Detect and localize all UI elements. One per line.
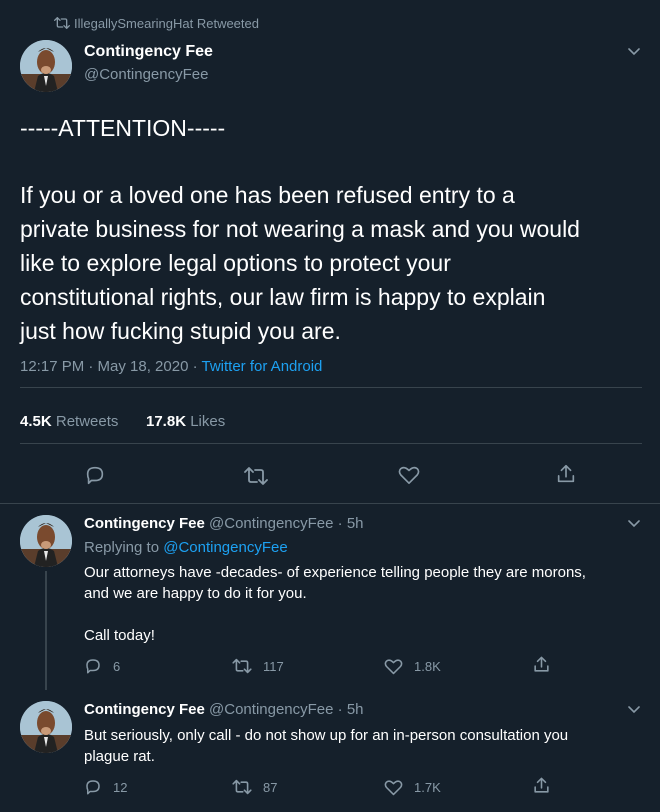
- reply-header: Contingency Fee @ContingencyFee · 5h: [84, 701, 364, 718]
- replying-to-link[interactable]: @ContingencyFee: [163, 539, 287, 556]
- retweet-icon[interactable]: [232, 658, 252, 674]
- likes-label: Likes: [190, 413, 226, 430]
- reply-line: plague rat.: [84, 748, 155, 765]
- retweet-icon[interactable]: [244, 466, 268, 486]
- reply-header: Contingency Fee @ContingencyFee · 5h: [84, 515, 364, 532]
- reply-handle-time[interactable]: @ContingencyFee · 5h: [209, 515, 363, 532]
- tweet-line: like to explore legal options to protect…: [20, 250, 451, 276]
- retweet-count: 117: [263, 659, 284, 674]
- tweet-body: If you or a loved one has been refused e…: [20, 178, 650, 348]
- likes-count: 17.8K: [146, 413, 187, 430]
- like-icon[interactable]: [384, 658, 403, 675]
- retweet-icon[interactable]: [232, 779, 252, 795]
- display-name[interactable]: Contingency Fee: [84, 43, 213, 61]
- like-count: 1.8K: [414, 659, 441, 674]
- avatar[interactable]: [20, 515, 72, 567]
- avatar[interactable]: [20, 40, 72, 92]
- reply-display-name[interactable]: Contingency Fee: [84, 701, 205, 718]
- client-link[interactable]: Twitter for Android: [202, 358, 323, 375]
- tweet-line: just how fucking stupid you are.: [20, 318, 341, 344]
- like-icon[interactable]: [384, 779, 403, 796]
- like-icon[interactable]: [398, 465, 420, 485]
- reply-line: and we are happy to do it for you.: [84, 585, 307, 602]
- retweets-label: Retweets: [55, 413, 119, 430]
- share-icon[interactable]: [555, 463, 577, 485]
- tweet-headline: -----ATTENTION-----: [20, 115, 226, 141]
- replying-to-prefix: Replying to: [84, 539, 164, 556]
- retweeted-by-label[interactable]: IllegallySmearingHat Retweeted: [74, 16, 259, 31]
- reply-body: Our attorneys have -decades- of experien…: [84, 562, 654, 646]
- likes-stat[interactable]: 17.8K Likes: [146, 413, 225, 430]
- reply-icon[interactable]: [84, 657, 102, 675]
- retweet-icon: [54, 16, 70, 30]
- retweet-count: 87: [263, 780, 278, 795]
- avatar[interactable]: [20, 701, 72, 753]
- replying-to: Replying to @ContingencyFee: [84, 539, 288, 556]
- thread-line: [45, 571, 47, 690]
- reply-icon[interactable]: [84, 464, 106, 486]
- handle[interactable]: @ContingencyFee: [84, 66, 208, 83]
- timestamp: 12:17 PM · May 18, 2020 · Twitter for An…: [20, 358, 322, 375]
- reply-line: Call today!: [84, 627, 155, 644]
- chevron-down-icon[interactable]: [626, 516, 642, 532]
- reply-line: [84, 604, 654, 625]
- share-icon[interactable]: [532, 655, 551, 674]
- divider: [20, 387, 642, 388]
- reply-display-name[interactable]: Contingency Fee: [84, 515, 205, 532]
- chevron-down-icon[interactable]: [626, 44, 642, 60]
- chevron-down-icon[interactable]: [626, 702, 642, 718]
- divider: [20, 443, 642, 444]
- like-count: 1.7K: [414, 780, 441, 795]
- reply-icon[interactable]: [84, 778, 102, 796]
- tweet-line: private business for not wearing a mask …: [20, 216, 580, 242]
- reply-line: Our attorneys have -decades- of experien…: [84, 564, 586, 581]
- reply-body: But seriously, only call - do not show u…: [84, 725, 654, 767]
- retweets-stat[interactable]: 4.5K Retweets: [20, 413, 118, 430]
- reply-count: 6: [113, 659, 121, 674]
- divider: [0, 503, 660, 504]
- reply-line: But seriously, only call - do not show u…: [84, 727, 569, 744]
- retweets-count: 4.5K: [20, 413, 52, 430]
- share-icon[interactable]: [532, 776, 551, 795]
- reply-handle-time[interactable]: @ContingencyFee · 5h: [209, 701, 363, 718]
- reply-count: 12: [113, 780, 128, 795]
- timestamp-text[interactable]: 12:17 PM · May 18, 2020 ·: [20, 358, 202, 375]
- tweet-line: If you or a loved one has been refused e…: [20, 182, 515, 208]
- tweet-line: constitutional rights, our law firm is h…: [20, 284, 546, 310]
